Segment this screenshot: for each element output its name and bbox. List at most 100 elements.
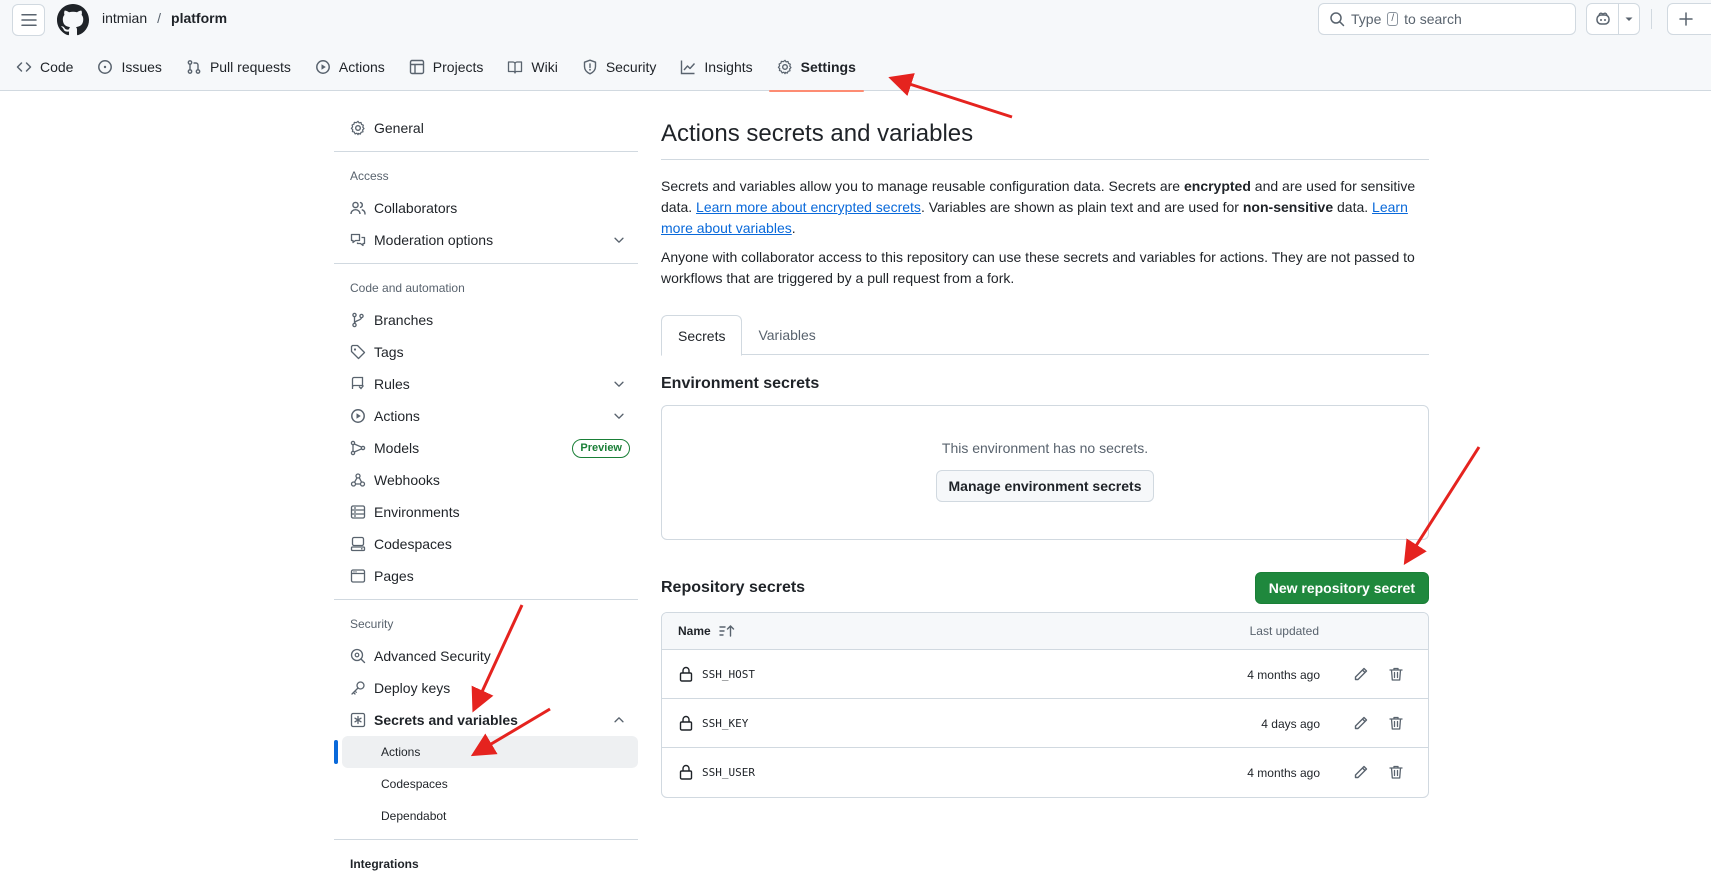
chevron-down-icon	[614, 381, 624, 387]
divider	[334, 839, 638, 840]
sidebar-item-codespaces[interactable]: Codespaces	[334, 528, 638, 560]
tab-label: Pull requests	[209, 59, 291, 75]
secret-name: SSH_USER	[702, 766, 755, 779]
description-text: . Variables are shown as plain text and …	[920, 199, 1243, 215]
trash-icon[interactable]	[1388, 715, 1404, 731]
page-title: Actions secrets and variables	[661, 112, 1429, 160]
tab-pull-requests[interactable]: Pull requests	[178, 50, 299, 84]
pencil-icon[interactable]	[1353, 666, 1369, 682]
table-header: Name Last updated	[662, 613, 1428, 650]
preview-badge: Preview	[572, 439, 630, 458]
github-logo-icon[interactable]	[57, 4, 89, 36]
sidebar-subitem-dependabot[interactable]: Dependabot	[342, 800, 638, 832]
breadcrumb-owner[interactable]: intmian	[102, 10, 147, 26]
sidebar-subitem-actions[interactable]: Actions	[334, 736, 638, 768]
sidebar-item-environments[interactable]: Environments	[334, 496, 638, 528]
sidebar-item-label: Tags	[374, 344, 404, 360]
hamburger-icon	[20, 14, 37, 26]
sidebar-subitem-label: Actions	[381, 745, 421, 759]
divider	[334, 151, 638, 152]
copilot-button[interactable]	[1586, 3, 1640, 35]
shield-icon	[583, 59, 597, 75]
header-divider	[1651, 9, 1652, 29]
play-icon	[315, 60, 330, 74]
secrets-table: Name Last updated SSH_HOST 4 months ago …	[661, 612, 1429, 798]
sidebar-heading-integrations: Integrations	[350, 857, 419, 871]
column-name-sort[interactable]: Name	[678, 624, 735, 638]
copilot-icon	[1595, 12, 1610, 25]
create-new-button[interactable]	[1667, 3, 1711, 35]
tab-insights[interactable]: Insights	[672, 50, 760, 84]
repo-header: intmian / platform Type / to search Code…	[0, 0, 1711, 92]
breadcrumb-repo[interactable]: platform	[171, 10, 227, 26]
plus-icon	[1679, 12, 1693, 26]
sidebar-item-advanced-security[interactable]: Advanced Security	[334, 640, 638, 672]
description-bold: encrypted	[1183, 178, 1251, 194]
pencil-icon[interactable]	[1353, 764, 1369, 780]
sidebar-item-label: Pages	[374, 568, 414, 584]
ai-model-icon	[350, 440, 366, 456]
chevron-down-icon	[614, 413, 624, 419]
search-icon	[1330, 12, 1345, 27]
comment-discussion-icon	[350, 233, 366, 247]
menu-button[interactable]	[12, 4, 45, 36]
manage-environment-secrets-button[interactable]: Manage environment secrets	[935, 470, 1155, 502]
secret-updated: 4 months ago	[1247, 668, 1320, 682]
access-note: Anyone with collaborator access to this …	[661, 249, 1415, 286]
tab-issues[interactable]: Issues	[89, 50, 169, 84]
sidebar-item-moderation-options[interactable]: Moderation options	[334, 224, 638, 256]
triangle-down-icon	[1625, 17, 1633, 21]
chevron-down-icon	[614, 237, 624, 243]
learn-more-secrets-link[interactable]: Learn more about encrypted secrets	[696, 199, 921, 215]
tab-security[interactable]: Security	[574, 50, 665, 84]
repository-secrets-header: Repository secrets New repository secret	[661, 572, 1429, 604]
sidebar-item-branches[interactable]: Branches	[334, 304, 638, 336]
environment-secrets-box: This environment has no secrets. Manage …	[661, 405, 1429, 540]
sidebar-item-tags[interactable]: Tags	[334, 336, 638, 368]
secret-name: SSH_KEY	[702, 717, 749, 730]
sidebar-item-secrets-and-variables[interactable]: Secrets and variables	[334, 704, 638, 736]
pull-request-icon	[187, 60, 201, 74]
tab-projects[interactable]: Projects	[401, 50, 492, 84]
sidebar-item-collaborators[interactable]: Collaborators	[334, 192, 638, 224]
sidebar-item-pages[interactable]: Pages	[334, 560, 638, 592]
book-icon	[508, 61, 523, 74]
sidebar-item-label: Collaborators	[374, 200, 458, 216]
sidebar-item-deploy-keys[interactable]: Deploy keys	[334, 672, 638, 704]
tab-actions[interactable]: Actions	[307, 50, 393, 84]
sidebar-item-label: Webhooks	[374, 472, 440, 488]
copilot-main[interactable]	[1587, 4, 1619, 34]
description-bold: non-sensitive	[1242, 199, 1334, 215]
breadcrumb-separator: /	[157, 10, 162, 26]
search-placeholder-suffix: to search	[1404, 11, 1462, 27]
pencil-icon[interactable]	[1353, 715, 1369, 731]
sidebar-subitem-codespaces[interactable]: Codespaces	[342, 768, 638, 800]
sidebar-heading-access: Access	[350, 169, 389, 183]
tag-icon	[350, 344, 366, 360]
tab-secrets[interactable]: Secrets	[661, 315, 743, 356]
column-header-name: Name	[678, 624, 711, 638]
copilot-dropdown[interactable]	[1619, 14, 1639, 24]
table-row: SSH_HOST 4 months ago	[662, 650, 1428, 699]
tab-variables[interactable]: Variables	[742, 315, 831, 355]
sidebar-item-label: Secrets and variables	[374, 712, 518, 728]
trash-icon[interactable]	[1388, 666, 1404, 682]
tab-label: Security	[605, 59, 657, 75]
new-repository-secret-button[interactable]: New repository secret	[1254, 572, 1429, 604]
tab-code[interactable]: Code	[8, 50, 81, 84]
repo-nav-tabs: Code Issues Pull requests Actions Projec…	[0, 50, 865, 92]
description: Secrets and variables allow you to manag…	[661, 176, 1429, 239]
tab-wiki[interactable]: Wiki	[499, 50, 565, 84]
codespaces-icon	[350, 536, 366, 552]
search-input[interactable]: Type / to search	[1318, 3, 1576, 35]
trash-icon[interactable]	[1388, 764, 1404, 780]
sidebar-item-webhooks[interactable]: Webhooks	[334, 464, 638, 496]
sidebar-item-rules[interactable]: Rules	[334, 368, 638, 400]
sidebar-item-label: Environments	[374, 504, 460, 520]
main-content: Actions secrets and variables Secrets an…	[661, 112, 1429, 798]
sidebar-item-label: Moderation options	[374, 232, 494, 248]
tab-settings[interactable]: Settings	[768, 50, 865, 92]
sidebar-item-models[interactable]: Models Preview	[334, 432, 638, 464]
sidebar-item-general[interactable]: General	[334, 112, 638, 144]
sidebar-item-actions[interactable]: Actions	[334, 400, 638, 432]
